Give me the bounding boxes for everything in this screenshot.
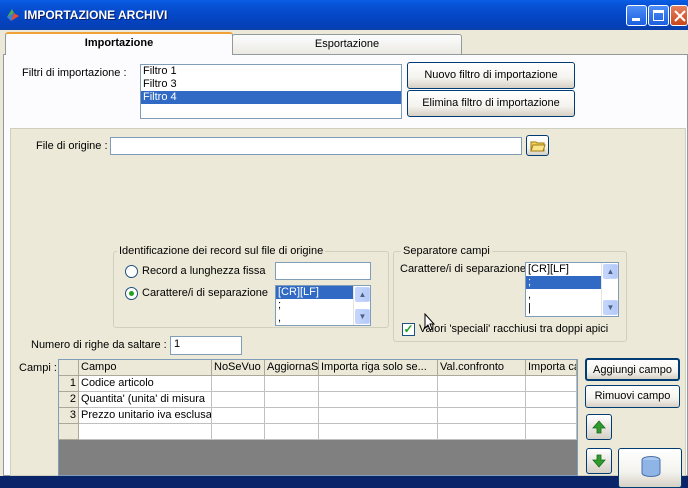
cell-campo[interactable]: Quantita' (unita' di misura [79, 392, 212, 408]
filter-item[interactable]: Filtro 3 [141, 78, 401, 91]
source-file-label: File di origine : [36, 140, 108, 152]
add-field-button[interactable]: Aggiungi campo [585, 358, 680, 381]
window-title: IMPORTAZIONE ARCHIVI [24, 8, 168, 22]
cell[interactable] [319, 424, 438, 440]
column-header-nosevuo[interactable]: NoSeVuo [212, 360, 265, 376]
column-header-importa-ca[interactable]: Importa ca [526, 360, 577, 376]
row-header[interactable]: 1 [59, 376, 79, 392]
radio-separator[interactable] [125, 287, 138, 300]
maximize-icon[interactable] [648, 5, 669, 26]
title-bar[interactable]: IMPORTAZIONE ARCHIVI [0, 0, 688, 30]
cell-campo[interactable]: Codice articolo [79, 376, 212, 392]
cell[interactable] [526, 424, 577, 440]
cell[interactable] [438, 392, 526, 408]
filter-item[interactable]: Filtro 1 [141, 65, 401, 78]
close-icon[interactable] [670, 5, 688, 26]
field-separator-label: Carattere/i di separazione [400, 263, 526, 275]
arrow-down-icon [592, 454, 606, 468]
move-up-button[interactable] [586, 414, 612, 440]
folder-icon [530, 141, 546, 152]
cell[interactable] [212, 424, 265, 440]
move-down-button[interactable] [586, 448, 612, 474]
delete-filter-button[interactable]: Elimina filtro di importazione [407, 90, 575, 117]
minimize-icon[interactable] [626, 5, 647, 26]
row-header[interactable]: 2 [59, 392, 79, 408]
scroll-up-icon[interactable]: ▲ [603, 264, 618, 279]
filter-item-selected[interactable]: Filtro 4 [141, 91, 401, 104]
cell[interactable] [319, 376, 438, 392]
cell[interactable] [438, 424, 526, 440]
cell[interactable] [265, 424, 319, 440]
fields-grid[interactable]: Campo NoSeVuo AggiornaS Importa riga sol… [58, 359, 578, 476]
special-values-checkbox[interactable]: ✓ [402, 323, 415, 336]
grid-corner [59, 360, 79, 376]
skip-rows-label: Numero di righe da saltare : [31, 339, 167, 351]
column-header-aggiorna[interactable]: AggiornaS [265, 360, 319, 376]
tab-importazione[interactable]: Importazione [5, 32, 233, 55]
import-database-button[interactable] [618, 448, 682, 488]
cell[interactable] [319, 392, 438, 408]
field-separator-list[interactable]: [CR][LF] ; , | ▲ ▼ [525, 262, 619, 317]
column-header-campo[interactable]: Campo [79, 360, 212, 376]
database-icon [641, 456, 661, 477]
new-filter-button[interactable]: Nuovo filtro di importazione [407, 62, 575, 89]
cell[interactable] [526, 392, 577, 408]
cell[interactable] [526, 376, 577, 392]
field-separator-scrollbar[interactable]: ▲ ▼ [601, 263, 618, 316]
scroll-down-icon[interactable]: ▼ [355, 309, 370, 324]
cell[interactable] [212, 392, 265, 408]
cell[interactable] [79, 424, 212, 440]
cell[interactable] [265, 376, 319, 392]
record-separator-scrollbar[interactable]: ▲ ▼ [353, 286, 370, 325]
skip-rows-input[interactable]: 1 [170, 336, 242, 355]
radio-fixed-length[interactable] [125, 265, 138, 278]
cell[interactable] [265, 408, 319, 424]
record-separator-list[interactable]: [CR][LF] ; , ▲ ▼ [275, 285, 371, 326]
field-separator-title: Separatore campi [401, 245, 492, 257]
cell[interactable] [438, 376, 526, 392]
cell[interactable] [212, 376, 265, 392]
remove-field-button[interactable]: Rimuovi campo [585, 385, 680, 408]
source-file-input[interactable] [110, 137, 522, 155]
column-header-importa-riga[interactable]: Importa riga solo se... [319, 360, 438, 376]
row-header-new[interactable] [59, 424, 79, 440]
radio-fixed-length-label: Record a lunghezza fissa [142, 265, 266, 277]
mouse-cursor-icon [424, 313, 436, 331]
cell[interactable] [265, 392, 319, 408]
row-header[interactable]: 3 [59, 408, 79, 424]
tab-esportazione[interactable]: Esportazione [232, 34, 462, 54]
scroll-up-icon[interactable]: ▲ [355, 287, 370, 302]
fixed-length-input[interactable] [275, 262, 371, 280]
record-separator-item-selected[interactable]: [CR][LF] [276, 286, 353, 299]
cell[interactable] [319, 408, 438, 424]
cell[interactable] [438, 408, 526, 424]
arrow-up-icon [592, 420, 606, 434]
filters-label: Filtri di importazione : [22, 67, 127, 79]
filters-list[interactable]: Filtro 1 Filtro 3 Filtro 4 [140, 64, 402, 119]
column-header-val-confronto[interactable]: Val.confronto [438, 360, 526, 376]
record-id-title: Identificazione dei record sul file di o… [117, 245, 326, 257]
field-separator-item-selected[interactable]: ; [526, 276, 601, 289]
radio-separator-label: Carattere/i di separazione [142, 287, 268, 299]
cell[interactable] [526, 408, 577, 424]
fields-label: Campi : [19, 362, 57, 374]
app-icon [7, 9, 19, 21]
cell-campo[interactable]: Prezzo unitario iva esclusa [79, 408, 212, 424]
scroll-down-icon[interactable]: ▼ [603, 300, 618, 315]
cell[interactable] [212, 408, 265, 424]
browse-folder-button[interactable] [526, 135, 549, 156]
special-values-label: Valori 'speciali' racchiusi tra doppi ap… [419, 323, 609, 335]
